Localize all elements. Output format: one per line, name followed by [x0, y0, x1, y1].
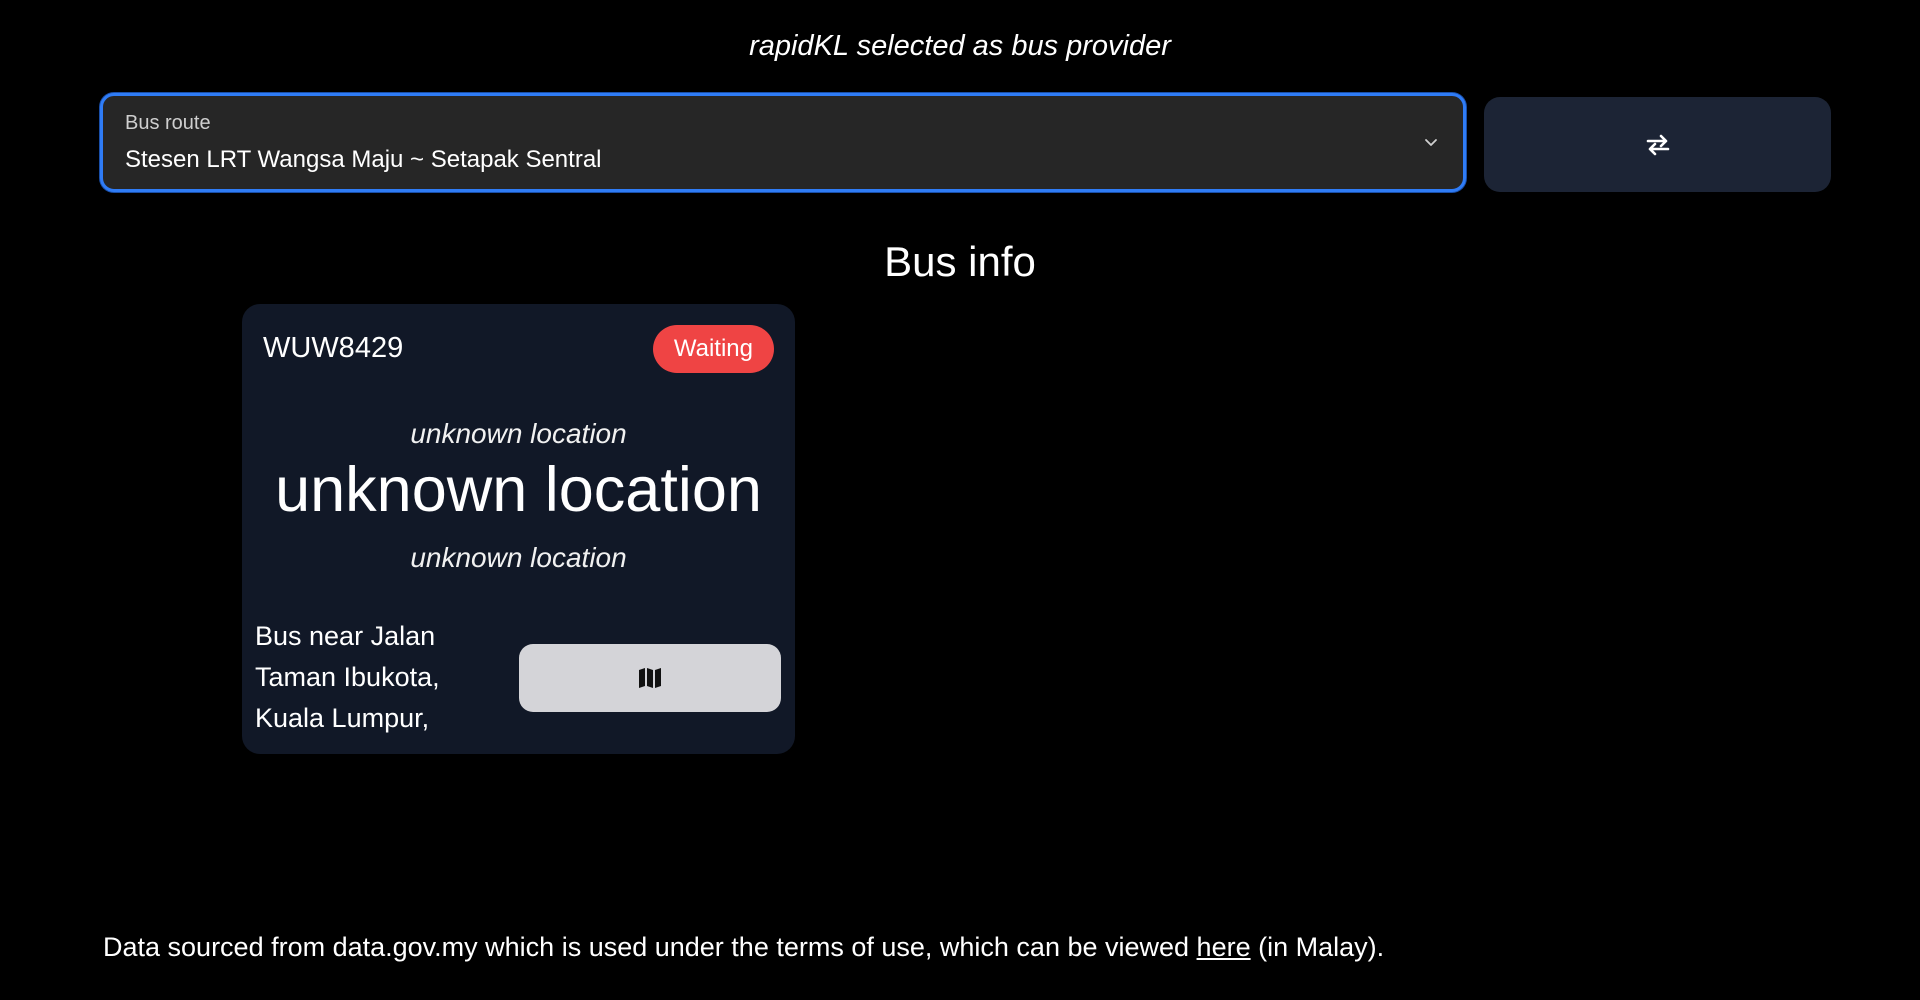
bus-nearby-location: Bus near Jalan Taman Ibukota, Kuala Lump… [255, 621, 440, 733]
bus-card: WUW8429 Waiting unknown location unknown… [242, 304, 795, 754]
bus-plate-number: WUW8429 [263, 332, 404, 364]
status-badge: Waiting [652, 325, 774, 373]
swap-arrows-icon [1646, 134, 1669, 155]
next-stop: unknown location [410, 542, 627, 573]
swap-direction-button[interactable] [1484, 97, 1831, 192]
bus-route-value: Stesen LRT Wangsa Maju ~ Setapak Sentral [125, 146, 602, 173]
previous-stop: unknown location [410, 418, 627, 449]
current-stop: unknown location [275, 455, 762, 525]
chevron-down-icon [1425, 139, 1437, 146]
page: rapidKL selected as bus provider Bus rou… [0, 0, 1920, 1000]
data-source-footer: Data sourced from data.gov.my which is u… [103, 932, 1384, 963]
map-icon [639, 668, 661, 688]
bus-route-label: Bus route [125, 112, 211, 134]
footer-text: Data sourced from data.gov.my which is u… [103, 932, 1197, 962]
provider-status-text: rapidKL selected as bus provider [749, 30, 1171, 62]
view-map-button[interactable] [519, 644, 781, 712]
terms-link[interactable]: here [1197, 932, 1251, 962]
footer-text-suffix: (in Malay). [1250, 932, 1385, 962]
bus-info-title: Bus info [884, 238, 1036, 285]
bus-route-select[interactable]: Bus route Stesen LRT Wangsa Maju ~ Setap… [100, 93, 1466, 192]
